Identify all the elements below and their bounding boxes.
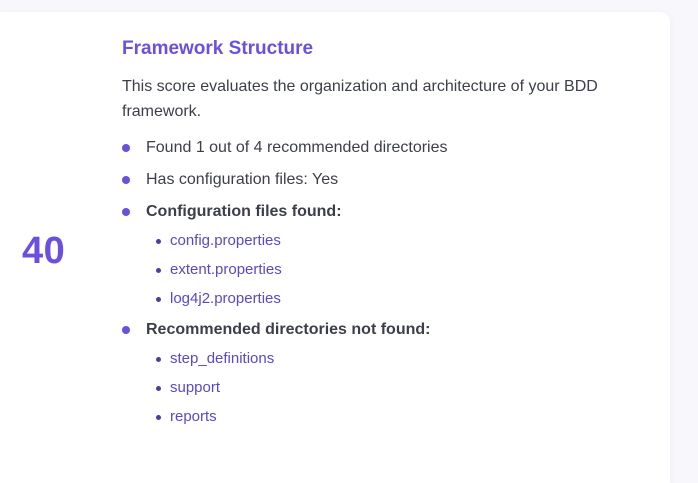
score-value: 40: [22, 230, 66, 272]
findings-list: Found 1 out of 4 recommended directories…: [122, 138, 652, 426]
missing-dir-item: step_definitions: [146, 350, 652, 368]
score-card: 40 Framework Structure This score evalua…: [0, 12, 670, 483]
score-details: Framework Structure This score evaluates…: [122, 38, 652, 438]
finding-item: Found 1 out of 4 recommended directories: [122, 138, 652, 158]
missing-dirs-list: step_definitions support reports: [146, 350, 652, 426]
bullet-icon: [122, 326, 130, 334]
config-file-name: config.properties: [170, 232, 281, 249]
sub-bullet-icon: [156, 415, 161, 420]
missing-dir-name: reports: [170, 408, 217, 425]
section-description: This score evaluates the organization an…: [122, 78, 598, 120]
config-files-list: config.properties extent.properties log4…: [146, 232, 652, 308]
missing-dir-item: support: [146, 379, 652, 397]
sub-bullet-icon: [156, 386, 161, 391]
finding-item-config-files: Configuration files found: config.proper…: [122, 202, 652, 308]
config-file-item: extent.properties: [146, 261, 652, 279]
config-file-name: extent.properties: [170, 261, 282, 278]
bullet-icon: [122, 208, 130, 216]
sub-bullet-icon: [156, 357, 161, 362]
sub-bullet-icon: [156, 297, 161, 302]
missing-dir-name: support: [170, 379, 221, 396]
missing-dir-name: step_definitions: [170, 350, 275, 367]
sub-bullet-icon: [156, 239, 161, 244]
finding-text: Has configuration files: Yes: [146, 171, 339, 188]
bullet-icon: [122, 176, 130, 184]
bullet-icon: [122, 144, 130, 152]
missing-dir-item: reports: [146, 408, 652, 426]
config-file-item: log4j2.properties: [146, 290, 652, 308]
config-file-item: config.properties: [146, 232, 652, 250]
section-title: Framework Structure: [122, 38, 314, 59]
finding-heading: Recommended directories not found:: [146, 321, 431, 338]
sub-bullet-icon: [156, 268, 161, 273]
config-file-name: log4j2.properties: [170, 290, 281, 307]
finding-item: Has configuration files: Yes: [122, 170, 652, 190]
finding-text: Found 1 out of 4 recommended directories: [146, 139, 448, 156]
finding-heading: Configuration files found:: [146, 203, 342, 220]
finding-item-missing-dirs: Recommended directories not found: step_…: [122, 320, 652, 426]
